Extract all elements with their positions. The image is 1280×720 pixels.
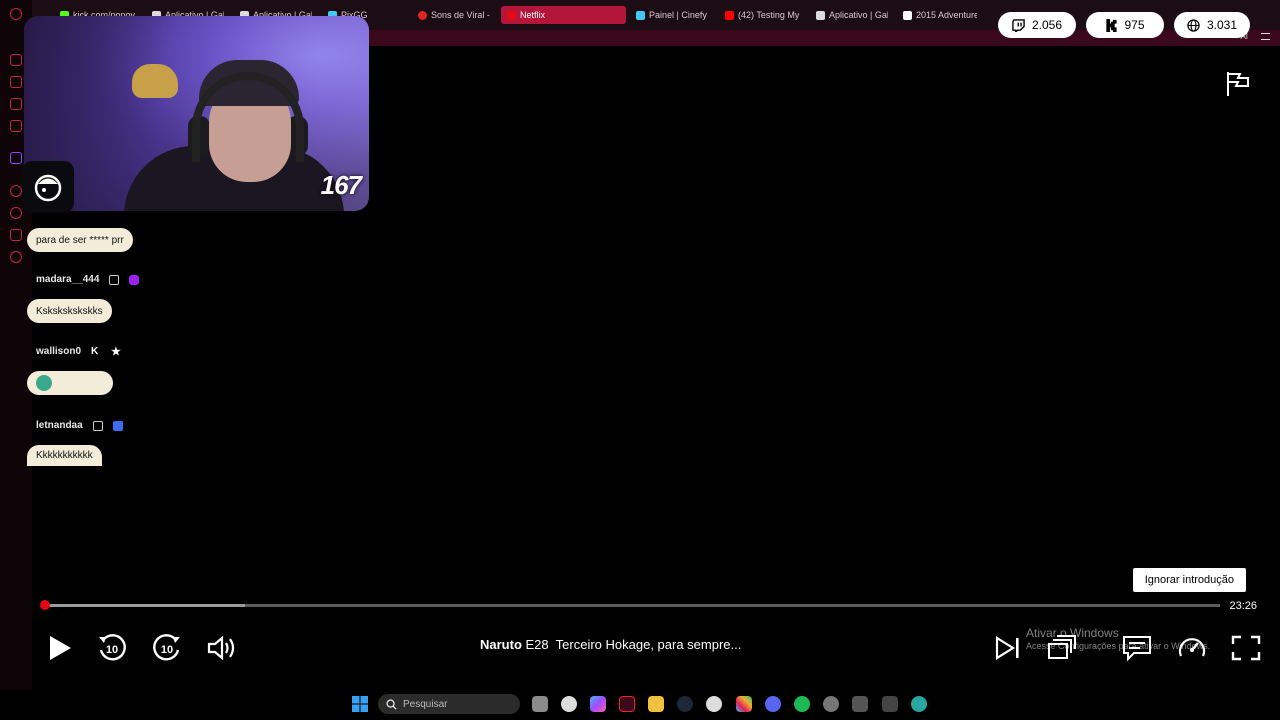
- kick-badge-icon: K: [91, 345, 99, 357]
- subscriber-badge-icon: [129, 274, 140, 285]
- slack-icon[interactable]: [736, 696, 752, 712]
- play-button[interactable]: [42, 630, 78, 666]
- webcam-overlay: 167: [24, 16, 369, 211]
- app-icon[interactable]: [561, 696, 577, 712]
- fullscreen-button[interactable]: [1228, 630, 1264, 666]
- kick-viewer-counter: 975: [1086, 12, 1164, 38]
- webcam-viewer-count: 167: [320, 170, 362, 200]
- browser-tab[interactable]: Aplicativo | Gab: [816, 7, 888, 23]
- forward-button[interactable]: 10: [149, 630, 185, 666]
- app-icon[interactable]: [852, 696, 868, 712]
- app-icon[interactable]: [706, 696, 722, 712]
- opera-gx-icon[interactable]: [619, 696, 635, 712]
- sidebar-app-icon[interactable]: [10, 98, 22, 110]
- browser-tab[interactable]: Painel | Cinefy: [636, 7, 712, 23]
- history-icon[interactable]: [10, 207, 22, 219]
- browser-tab[interactable]: 2015 Adventure: [903, 7, 977, 23]
- rewind-10-icon: 10: [99, 634, 126, 661]
- chat-message: Kkkkkkkkkkk: [27, 445, 102, 466]
- volume-icon: [207, 635, 235, 661]
- playback-speed-button[interactable]: [1174, 630, 1210, 666]
- twitch-badge-icon: [92, 420, 103, 431]
- chat-message: para de ser ***** prr: [27, 228, 133, 252]
- emote-icon: [36, 375, 52, 391]
- windows-taskbar: [0, 690, 1280, 720]
- settings-icon[interactable]: [10, 251, 22, 263]
- netflix-icon: [507, 10, 516, 20]
- volume-button[interactable]: [204, 630, 240, 666]
- svg-text:10: 10: [161, 644, 173, 656]
- player-icon[interactable]: [10, 185, 22, 197]
- episode-title: Naruto E28 Terceiro Hokage, para sempre.…: [480, 637, 742, 652]
- copilot-icon[interactable]: [590, 696, 606, 712]
- fullscreen-icon: [1231, 635, 1261, 661]
- taskbar-search[interactable]: Pesquisar: [378, 694, 520, 714]
- sidebar-app-icon[interactable]: [10, 120, 22, 132]
- twitch-badge-icon: [109, 274, 120, 285]
- steam-icon[interactable]: [677, 696, 693, 712]
- kick-icon: [1106, 18, 1118, 32]
- chat-message-emote: [27, 371, 113, 395]
- svg-text:10: 10: [106, 644, 118, 656]
- subtitles-icon: [1123, 636, 1151, 661]
- browser-tab-active[interactable]: Netflix: [501, 6, 626, 24]
- play-icon: [50, 636, 71, 660]
- twitch-icon[interactable]: [10, 152, 22, 164]
- sidebar-app-icon[interactable]: [10, 54, 22, 66]
- progress-buffer: [45, 604, 245, 607]
- subtitles-button[interactable]: [1119, 630, 1155, 666]
- report-flag-icon[interactable]: [1224, 70, 1252, 98]
- browser-tab[interactable]: (42) Testing My: [725, 7, 799, 23]
- time-remaining: 23:26: [1229, 600, 1257, 612]
- progress-scrubber[interactable]: [40, 600, 50, 610]
- chat-username: madara__444: [36, 274, 140, 285]
- channel-logo: [22, 161, 74, 213]
- total-viewer-counter: 3.031: [1174, 12, 1250, 38]
- opera-logo-icon[interactable]: [10, 8, 22, 20]
- globe-icon: [1187, 18, 1200, 32]
- terminal-icon[interactable]: [882, 696, 898, 712]
- chat-username: letnandaa: [36, 420, 123, 431]
- next-episode-icon: [995, 636, 1019, 660]
- twitch-viewer-counter: 2.056: [998, 12, 1076, 38]
- star-badge-icon: ★: [111, 345, 121, 358]
- skip-intro-button[interactable]: Ignorar introdução: [1132, 568, 1246, 592]
- chat-message: Kskskskskskks: [27, 299, 112, 323]
- adventure-icon: [903, 10, 912, 20]
- windows-start-icon[interactable]: [352, 696, 368, 712]
- file-explorer-icon[interactable]: [648, 696, 664, 712]
- app-icon: [816, 10, 825, 20]
- episodes-button[interactable]: [1044, 630, 1080, 666]
- browser-tab[interactable]: Sons de Viral - I: [418, 7, 492, 23]
- spotify-icon[interactable]: [794, 696, 810, 712]
- search-icon: [386, 698, 397, 710]
- sound-icon: [418, 10, 427, 20]
- forward-10-icon: 10: [153, 634, 180, 661]
- rewind-button[interactable]: 10: [94, 630, 130, 666]
- next-episode-button[interactable]: [990, 630, 1026, 666]
- sidebar-app-icon[interactable]: [10, 229, 22, 241]
- app-icon[interactable]: [911, 696, 927, 712]
- twitch-icon: [1012, 18, 1025, 32]
- task-view-icon[interactable]: [532, 696, 548, 712]
- plush-toy: [132, 64, 178, 98]
- speed-icon: [1178, 638, 1206, 657]
- mascot-logo-icon: [34, 174, 62, 202]
- episodes-icon: [1048, 635, 1076, 659]
- obs-icon[interactable]: [823, 696, 839, 712]
- discord-icon[interactable]: [765, 696, 781, 712]
- subscriber-badge-icon: [112, 420, 123, 431]
- cinefy-icon: [636, 10, 645, 20]
- youtube-icon: [725, 10, 734, 20]
- chat-username: wallison0 K ★: [36, 345, 121, 358]
- menu-icon[interactable]: [1261, 33, 1270, 40]
- sidebar-app-icon[interactable]: [10, 76, 22, 88]
